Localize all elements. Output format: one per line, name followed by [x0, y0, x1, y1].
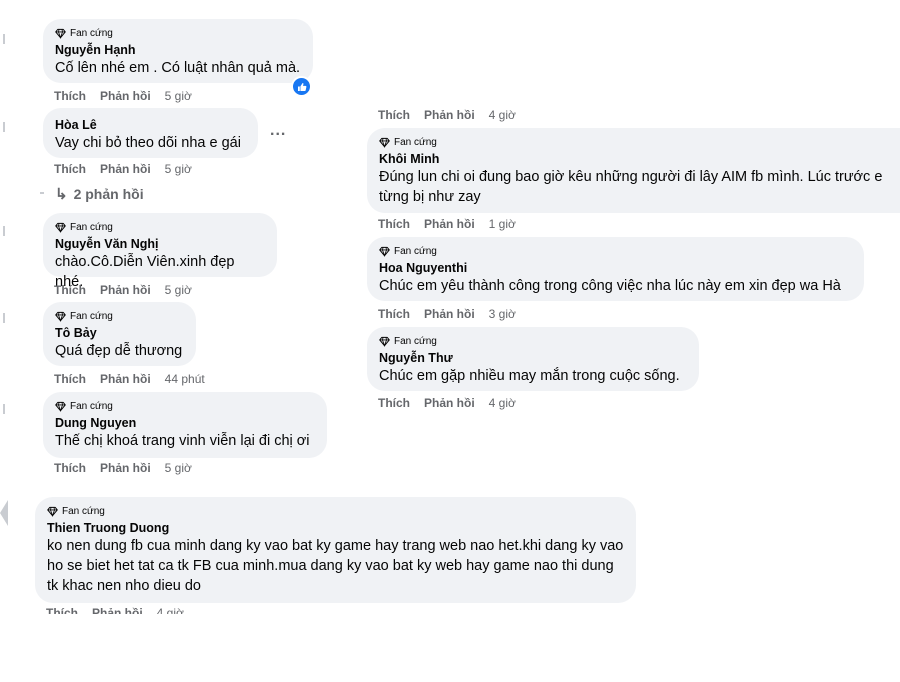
diamond-icon [47, 506, 58, 517]
comment-text: ko nen dung fb cua minh dang ky vao bat … [47, 538, 624, 594]
like-button[interactable]: Thích [54, 89, 86, 103]
comment-text: Quá đẹp dễ thương [55, 343, 183, 359]
reply-button[interactable]: Phản hồi [92, 606, 143, 614]
reply-button[interactable]: Phản hồi [100, 372, 151, 386]
comment-bubble: Fan cứng Khôi Minh Đúng lun chi oi đung … [367, 128, 900, 213]
comment-time[interactable]: 4 giờ [489, 396, 516, 410]
comment-author[interactable]: Nguyễn Thư [379, 350, 687, 366]
edge-mark [3, 122, 5, 132]
comment-bubble: Fan cứng Nguyễn Văn Nghị chào.Cô.Diễn Vi… [43, 213, 277, 290]
comment-actions: Thích Phản hồi 1 giờ [378, 217, 516, 231]
comment-time[interactable]: 1 giờ [489, 217, 516, 231]
comment-bubble: Fan cứng Hoa Nguyenthi Chúc em yêu thành… [367, 237, 864, 301]
reply-button[interactable]: Phản hồi [100, 89, 151, 103]
fan-badge: Fan cứng [55, 26, 301, 40]
diamond-icon [55, 28, 66, 39]
edge-mark [3, 404, 5, 414]
like-button[interactable]: Thích [54, 162, 86, 176]
reply-button[interactable]: Phản hồi [424, 108, 475, 122]
fan-badge: Fan cứng [55, 309, 184, 323]
comment-actions: Thích Phản hồi 5 giờ [54, 162, 192, 176]
comment-actions: Thích Phản hồi 5 giờ [54, 89, 192, 103]
comment-author[interactable]: Khôi Minh [379, 151, 900, 167]
fan-badge: Fan cứng [379, 135, 900, 149]
more-options-icon[interactable]: ... [270, 122, 286, 140]
fan-badge: Fan cứng [47, 504, 624, 518]
reply-button[interactable]: Phản hồi [100, 283, 151, 297]
like-button[interactable]: Thích [378, 307, 410, 321]
reply-arrow-icon: ↳ [55, 186, 68, 203]
comment-bubble: Fan cứng Dung Nguyen Thế chị khoá trang … [43, 392, 327, 458]
thread-line [40, 192, 44, 194]
comment-time[interactable]: 3 giờ [489, 307, 516, 321]
diamond-icon [55, 222, 66, 233]
comment-text: Cố lên nhé em . Có luật nhân quả mà. [55, 60, 301, 76]
comment-time[interactable]: 4 giờ [157, 606, 184, 614]
comment-actions: Thích Phản hồi 3 giờ [378, 307, 516, 321]
reply-button[interactable]: Phản hồi [424, 217, 475, 231]
comment-time[interactable]: 5 giờ [165, 89, 192, 103]
diamond-icon [379, 137, 390, 148]
reply-button[interactable]: Phản hồi [424, 307, 475, 321]
view-replies-link[interactable]: ↳ 2 phản hồi [55, 185, 144, 203]
comment-bubble: Hòa Lê Vay chi bỏ theo dõi nha e gái [43, 108, 258, 158]
comment-time[interactable]: 44 phút [165, 372, 205, 386]
diamond-icon [379, 246, 390, 257]
comment-text: Chúc em gặp nhiều may mắn trong cuộc sốn… [379, 368, 680, 384]
edge-mark [3, 226, 5, 236]
edge-mark [3, 313, 5, 323]
like-button[interactable]: Thích [46, 606, 78, 614]
diamond-icon [55, 311, 66, 322]
fan-badge: Fan cứng [379, 334, 687, 348]
comment-author[interactable]: Nguyễn Hạnh [55, 42, 301, 58]
like-button[interactable]: Thích [54, 283, 86, 297]
comment-actions: Thích Phản hồi 5 giờ [54, 461, 192, 475]
comment-author[interactable]: Hoa Nguyenthi [379, 260, 852, 276]
comment-text: Vay chi bỏ theo dõi nha e gái [55, 135, 241, 151]
reply-button[interactable]: Phản hồi [100, 162, 151, 176]
fan-badge: Fan cứng [379, 244, 852, 258]
reply-button[interactable]: Phản hồi [100, 461, 151, 475]
like-button[interactable]: Thích [378, 108, 410, 122]
like-button[interactable]: Thích [54, 372, 86, 386]
like-button[interactable]: Thích [54, 461, 86, 475]
reply-button[interactable]: Phản hồi [424, 396, 475, 410]
comment-bubble: Fan cứng Nguyễn Thư Chúc em gặp nhiều ma… [367, 327, 699, 391]
comment-actions: Thích Phản hồi 4 giờ [46, 606, 184, 614]
comment-time[interactable]: 4 giờ [489, 108, 516, 122]
comment-author[interactable]: Tô Bảy [55, 325, 184, 341]
comment-actions: Thích Phản hồi 44 phút [54, 372, 205, 386]
fan-badge: Fan cứng [55, 399, 315, 413]
comment-author[interactable]: Dung Nguyen [55, 415, 315, 431]
like-button[interactable]: Thích [378, 217, 410, 231]
comment-time[interactable]: 5 giờ [165, 283, 192, 297]
comment-actions: Thích Phản hồi 4 giờ [378, 108, 516, 122]
comment-author[interactable]: Hòa Lê [55, 117, 246, 133]
comment-bubble: Fan cứng Tô Bảy Quá đẹp dễ thương [43, 302, 196, 366]
like-button[interactable]: Thích [378, 396, 410, 410]
comment-text: Thế chị khoá trang vinh viễn lại đi chị … [55, 433, 310, 449]
comment-time[interactable]: 5 giờ [165, 162, 192, 176]
comment-author[interactable]: Thien Truong Duong [47, 520, 624, 536]
comment-text: Chúc em yêu thành công trong công việc n… [379, 278, 841, 294]
comment-text: Đúng lun chi oi đung bao giờ kêu những n… [379, 169, 883, 205]
comment-actions: Thích Phản hồi 4 giờ [378, 396, 516, 410]
comment-author[interactable]: Nguyễn Văn Nghị [55, 236, 265, 252]
fan-badge: Fan cứng [55, 220, 265, 234]
comment-time[interactable]: 5 giờ [165, 461, 192, 475]
diamond-icon [379, 336, 390, 347]
diamond-icon [55, 401, 66, 412]
comment-actions: Thích Phản hồi 5 giờ [54, 283, 192, 297]
scroll-arrow-left[interactable] [0, 500, 8, 526]
edge-mark [3, 34, 5, 44]
comment-bubble: Fan cứng Nguyễn Hạnh Cố lên nhé em . Có … [43, 19, 313, 83]
comment-bubble: Fan cứng Thien Truong Duong ko nen dung … [35, 497, 636, 603]
like-icon[interactable] [291, 76, 312, 97]
